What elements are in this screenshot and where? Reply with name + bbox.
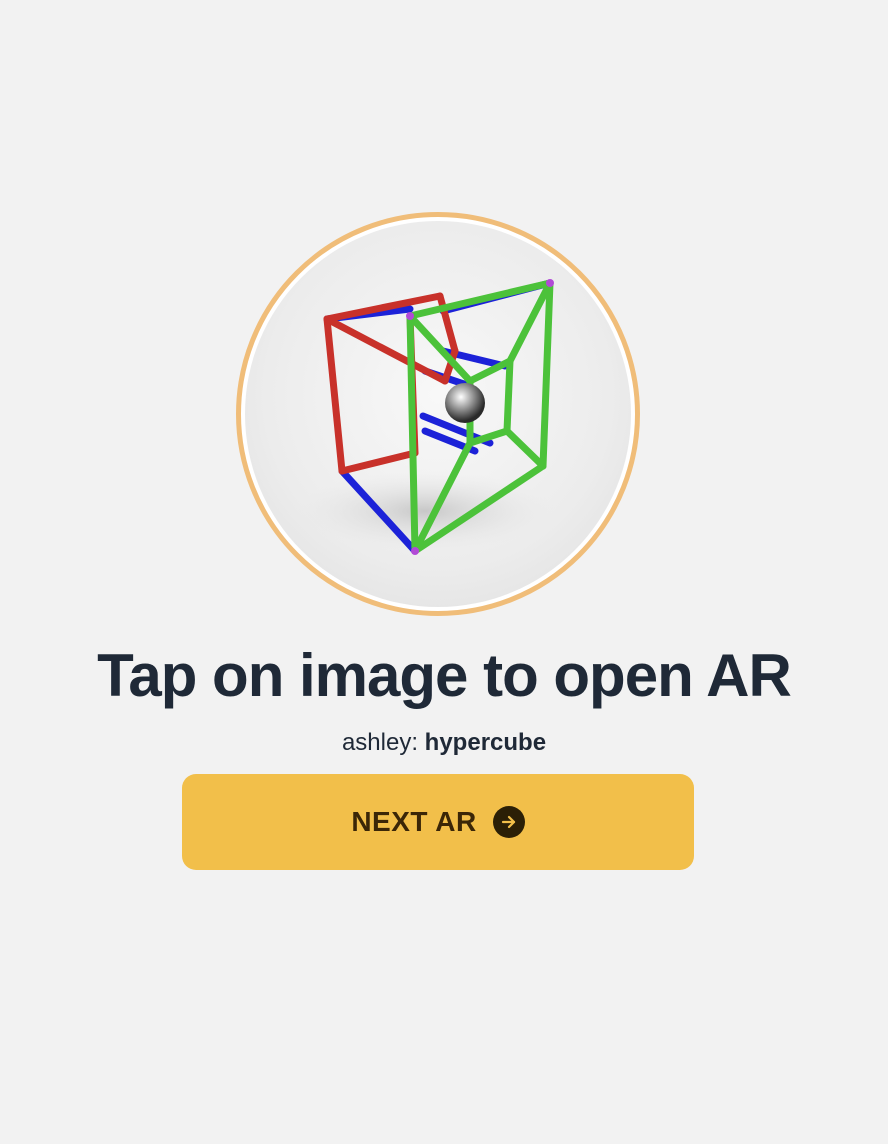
hypercube-image[interactable] [245,221,631,607]
ar-preview-image[interactable] [236,212,640,616]
arrow-right-icon [501,815,515,829]
page: Tap on image to open AR ashley: hypercub… [0,0,888,1144]
hypercube-illustration [295,279,555,555]
arrow-right-circle-icon [492,806,525,838]
page-title: Tap on image to open AR [97,642,792,709]
next-ar-button[interactable]: NEXT AR [182,774,694,870]
model-attribution: ashley: hypercube [0,728,888,758]
next-ar-label: NEXT AR [351,806,477,837]
attribution-separator: : [411,729,418,756]
model-name: hypercube [424,729,547,756]
author-name: ashley [341,729,412,756]
